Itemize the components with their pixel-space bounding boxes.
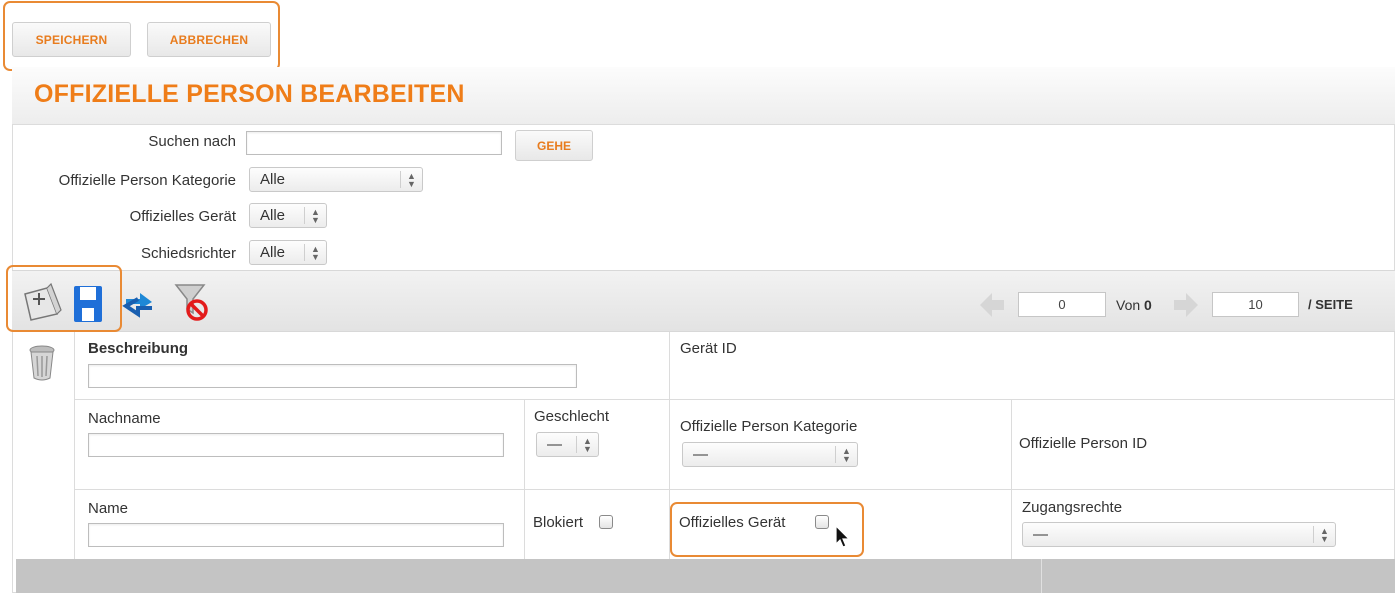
description-label: Beschreibung <box>88 340 189 357</box>
select-arrows-icon: ▲ ▼ <box>304 207 326 224</box>
go-button[interactable]: GEHE <box>515 130 593 161</box>
page-title: OFFIZIELLE PERSON BEARBEITEN <box>34 80 465 108</box>
grid-divider <box>74 489 1395 490</box>
select-arrows-icon: ▲ ▼ <box>400 171 422 188</box>
lastname-input[interactable] <box>88 433 504 457</box>
access-select[interactable]: — ▲ ▼ <box>1022 522 1336 547</box>
blocked-checkbox[interactable] <box>599 515 613 529</box>
search-label: Suchen nach <box>148 133 236 150</box>
grid-divider <box>74 332 75 559</box>
highlight-top-buttons <box>3 1 280 71</box>
description-input[interactable] <box>88 364 577 388</box>
select-arrows-icon: ▲ ▼ <box>304 244 326 261</box>
select-arrows-icon: ▲ ▼ <box>1313 526 1335 543</box>
device-filter-label: Offizielles Gerät <box>129 208 236 225</box>
pager-of-label: Von 0 <box>1116 297 1152 313</box>
gender-select[interactable]: — ▲ ▼ <box>536 432 599 457</box>
pager-total: 0 <box>1144 297 1152 313</box>
blocked-label: Blokiert <box>533 514 584 531</box>
access-label: Zugangsrechte <box>1022 499 1123 516</box>
pager-start-input[interactable]: 0 <box>1018 292 1106 317</box>
category-filter-select[interactable]: Alle ▲ ▼ <box>249 167 423 192</box>
grid-footer <box>16 559 1395 593</box>
gender-label: Geschlecht <box>534 408 610 425</box>
category-value: — <box>693 446 708 463</box>
grid-divider <box>524 400 525 559</box>
device-id-label: Gerät ID <box>680 340 737 357</box>
trash-icon[interactable] <box>27 344 57 382</box>
search-input[interactable] <box>246 131 502 155</box>
grid-divider <box>74 399 1395 400</box>
pager-per-page-input[interactable]: 10 <box>1212 292 1299 317</box>
name-label: Name <box>88 500 129 517</box>
referee-filter-select[interactable]: Alle ▲ ▼ <box>249 240 327 265</box>
category-filter-label: Offizielle Person Kategorie <box>58 172 236 189</box>
person-id-label: Offizielle Person ID <box>1019 435 1148 452</box>
device-filter-value: Alle <box>260 207 286 224</box>
select-arrows-icon: ▲ ▼ <box>576 436 598 453</box>
lastname-label: Nachname <box>88 410 161 427</box>
refresh-icon[interactable] <box>122 285 156 319</box>
highlight-device-checkbox <box>670 502 864 557</box>
name-input[interactable] <box>88 523 504 547</box>
clear-filter-icon[interactable] <box>172 281 214 323</box>
pager-per-page-label: / SEITE <box>1308 297 1353 312</box>
grid-divider <box>1011 400 1012 559</box>
referee-filter-value: Alle <box>260 244 286 261</box>
category-label: Offizielle Person Kategorie <box>680 418 858 435</box>
select-arrows-icon: ▲ ▼ <box>835 446 857 463</box>
access-value: — <box>1033 526 1048 543</box>
gender-value: — <box>547 436 562 453</box>
pager-prev-icon[interactable] <box>976 290 1006 320</box>
highlight-toolbar-icons <box>6 265 122 332</box>
footer-divider <box>1041 559 1042 593</box>
pager-next-icon[interactable] <box>1172 290 1202 320</box>
category-filter-value: Alle <box>260 171 286 188</box>
referee-filter-label: Schiedsrichter <box>140 245 236 262</box>
category-select[interactable]: — ▲ ▼ <box>682 442 858 467</box>
device-filter-select[interactable]: Alle ▲ ▼ <box>249 203 327 228</box>
